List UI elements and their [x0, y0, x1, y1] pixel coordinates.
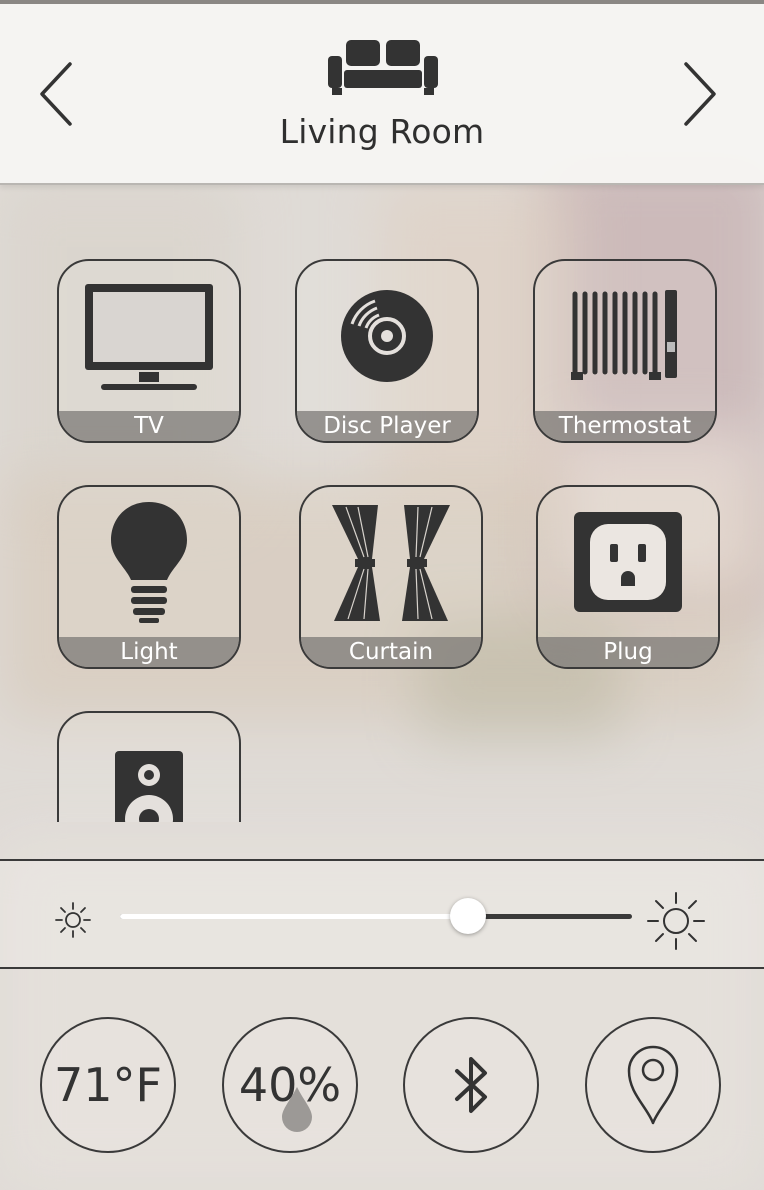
brightness-track[interactable] — [120, 898, 632, 934]
device-label: Thermostat — [535, 411, 715, 441]
device-grid: TV Disc Player Thermostat Light Curtain … — [0, 185, 764, 822]
humidity-button[interactable]: 40% — [222, 1017, 358, 1153]
device-tile-tv[interactable]: TV — [57, 259, 241, 443]
device-tile-thermostat[interactable]: Thermostat — [533, 259, 717, 443]
outlet-icon — [574, 512, 682, 612]
device-label: Plug — [538, 637, 718, 667]
device-label: Disc Player — [297, 411, 477, 441]
sun-small-icon — [55, 902, 91, 938]
sun-large-icon — [647, 892, 705, 950]
brightness-track-fill — [120, 914, 469, 919]
brightness-slider-thumb[interactable] — [450, 898, 487, 934]
device-tile-curtain[interactable]: Curtain — [299, 485, 483, 669]
device-tile-speaker[interactable] — [57, 711, 241, 822]
device-label: TV — [59, 411, 239, 441]
bluetooth-icon — [455, 1057, 487, 1113]
header-top-line — [0, 0, 764, 4]
speaker-icon — [115, 751, 183, 822]
device-label: Curtain — [301, 637, 481, 667]
location-button[interactable] — [585, 1017, 721, 1153]
room-title: Living Room — [279, 112, 485, 151]
radiator-icon — [571, 290, 677, 380]
brightness-slider-bar — [0, 859, 764, 969]
device-label: Light — [59, 637, 239, 667]
location-pin-icon — [627, 1045, 679, 1125]
chevron-right-icon — [684, 62, 716, 126]
curtain-icon — [332, 505, 450, 621]
temperature-value: 71°F — [54, 1058, 162, 1112]
device-tile-disc-player[interactable]: Disc Player — [295, 259, 479, 443]
temperature-button[interactable]: 71°F — [40, 1017, 176, 1153]
sofa-icon — [328, 40, 438, 95]
bulb-icon — [111, 502, 187, 623]
room-header: Living Room — [0, 0, 764, 185]
device-tile-plug[interactable]: Plug — [536, 485, 720, 669]
humidity-value: 40% — [238, 1058, 342, 1112]
device-tile-light[interactable]: Light — [57, 485, 241, 669]
bluetooth-button[interactable] — [403, 1017, 539, 1153]
disc-icon — [341, 290, 433, 382]
tv-icon — [85, 284, 213, 390]
next-room-button[interactable] — [678, 58, 722, 130]
